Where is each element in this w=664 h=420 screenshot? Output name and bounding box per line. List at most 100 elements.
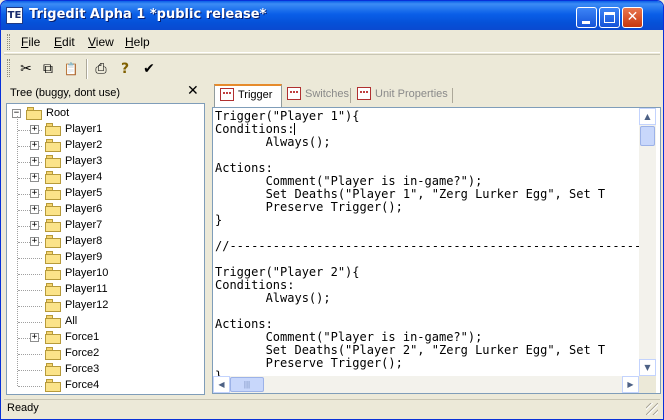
maximize-button[interactable] — [599, 7, 620, 28]
scroll-up-button[interactable]: ▲ — [639, 108, 656, 125]
tab-switches[interactable]: Switches — [284, 85, 349, 105]
expand-icon[interactable]: + — [30, 221, 39, 230]
menu-view[interactable]: View — [88, 35, 114, 49]
copy-button[interactable]: ⧉ — [38, 59, 58, 79]
tree-branch-line — [18, 306, 42, 307]
code-line: Always(); — [215, 135, 331, 149]
folder-icon — [45, 283, 61, 296]
tree-node-label: Player2 — [65, 139, 103, 151]
expand-icon[interactable]: + — [30, 157, 39, 166]
vertical-scrollbar[interactable]: ▲ ▼ — [639, 108, 656, 376]
menu-file[interactable]: File — [21, 35, 40, 49]
tree-node-label: Force3 — [65, 363, 100, 375]
folder-icon — [45, 203, 61, 216]
toolbar-grip[interactable] — [7, 59, 10, 77]
menu-edit[interactable]: Edit — [54, 35, 75, 49]
expand-icon[interactable]: + — [30, 333, 39, 342]
expand-icon[interactable]: + — [30, 205, 39, 214]
menu-help[interactable]: Help — [125, 35, 150, 49]
scroll-down-button[interactable]: ▼ — [639, 359, 656, 376]
folder-icon — [45, 171, 61, 184]
tree-node-label: Player5 — [65, 187, 103, 199]
expand-icon[interactable]: + — [30, 173, 39, 182]
scrollbar-corner — [639, 376, 656, 393]
paste-button[interactable]: 📋 — [61, 59, 81, 79]
title-bar[interactable]: TE Trigedit Alpha 1 *public release* ✕ — [1, 1, 663, 30]
menubar-grip[interactable] — [7, 34, 10, 50]
tree-node-label: Player4 — [65, 171, 103, 183]
tree-node[interactable]: + Player6 — [7, 202, 204, 218]
tree-node-label: Force2 — [65, 347, 100, 359]
tree-node[interactable]: + Player2 — [7, 138, 204, 154]
tree-branch-line — [18, 274, 42, 275]
tree-root[interactable]: − Root — [7, 106, 204, 122]
arrow-left-icon: ◀ — [218, 380, 225, 389]
tree-node[interactable]: + Player5 — [7, 186, 204, 202]
tree-panel-close-icon[interactable]: ✕ — [187, 83, 199, 99]
tree-root-label: Root — [46, 107, 70, 119]
tree-node[interactable]: Force2 — [7, 346, 204, 362]
maximize-icon — [604, 12, 615, 23]
trigger-editor[interactable]: Trigger("Player 1"){Conditions: Always()… — [212, 107, 661, 394]
close-button[interactable]: ✕ — [622, 7, 643, 28]
print-button[interactable]: ⎙ — [91, 59, 111, 79]
pane-splitter[interactable] — [205, 83, 210, 396]
tree-node[interactable]: + Force1 — [7, 330, 204, 346]
code-line: Always(); — [215, 291, 331, 305]
tree-node[interactable]: + Player7 — [7, 218, 204, 234]
tree-panel-header: Tree (buggy, dont use) ✕ — [6, 83, 205, 103]
tree-node-label: Player9 — [65, 251, 103, 263]
tree-node-label: Player8 — [65, 235, 103, 247]
toolbar: ✂ ⧉ 📋 ⎙ ? ✔ — [4, 54, 660, 81]
expand-icon[interactable]: + — [30, 125, 39, 134]
tree-node[interactable]: + Player4 — [7, 170, 204, 186]
scissors-icon: ✂ — [20, 61, 32, 77]
folder-icon — [45, 251, 61, 264]
vertical-scroll-thumb[interactable] — [640, 126, 655, 146]
unit-properties-tab-icon — [357, 87, 371, 100]
paste-icon: 📋 — [63, 62, 79, 76]
toolbar-separator — [86, 59, 88, 79]
help-button[interactable]: ? — [115, 59, 135, 79]
minimize-button[interactable] — [576, 7, 597, 28]
tab-switches-label: Switches — [305, 88, 350, 100]
expand-icon[interactable]: + — [30, 237, 39, 246]
resize-grip-icon[interactable] — [646, 403, 658, 415]
code-text-area[interactable]: Trigger("Player 1"){Conditions: Always()… — [215, 110, 639, 376]
horizontal-scroll-thumb[interactable]: ||| — [230, 377, 264, 392]
scroll-left-button[interactable]: ◀ — [213, 376, 230, 393]
tree-node-label: Player1 — [65, 123, 103, 135]
tab-separator — [452, 88, 453, 103]
tree-view[interactable]: − Root + Player1 + Player2 + Player3 + Player4 +… — [6, 103, 205, 395]
folder-icon — [45, 363, 61, 376]
folder-icon — [26, 107, 42, 120]
tree-node-label: Player11 — [65, 283, 108, 295]
expand-icon[interactable]: + — [30, 141, 39, 150]
folder-icon — [45, 315, 61, 328]
tree-node[interactable]: Force4 — [7, 378, 204, 394]
window-title: Trigedit Alpha 1 *public release* — [29, 7, 267, 22]
app-icon[interactable]: TE — [6, 7, 23, 24]
menu-bar: File Edit View Help — [4, 31, 660, 53]
tree-node[interactable]: + Player3 — [7, 154, 204, 170]
cut-button[interactable]: ✂ — [16, 59, 36, 79]
tree-node[interactable]: Player12 — [7, 298, 204, 314]
compile-button[interactable]: ✔ — [139, 59, 159, 79]
tree-node[interactable]: Player10 — [7, 266, 204, 282]
horizontal-scrollbar[interactable]: ◀ ||| ▶ — [213, 376, 639, 393]
tree-node-label: Force1 — [65, 331, 100, 343]
tab-unit-properties-label: Unit Properties — [375, 88, 448, 100]
tree-node[interactable]: + Player1 — [7, 122, 204, 138]
scroll-right-button[interactable]: ▶ — [622, 376, 639, 393]
tree-node[interactable]: + Player8 — [7, 234, 204, 250]
expand-icon[interactable]: + — [30, 189, 39, 198]
menu-edit-label: dit — [62, 35, 75, 49]
status-text: Ready — [7, 402, 39, 414]
tab-unit-properties[interactable]: Unit Properties — [354, 85, 448, 105]
tree-node[interactable]: All — [7, 314, 204, 330]
tree-node[interactable]: Player11 — [7, 282, 204, 298]
tree-node[interactable]: Force3 — [7, 362, 204, 378]
tree-node[interactable]: Player9 — [7, 250, 204, 266]
tree-branch-line — [18, 386, 42, 387]
tab-trigger[interactable]: Trigger — [214, 84, 282, 107]
